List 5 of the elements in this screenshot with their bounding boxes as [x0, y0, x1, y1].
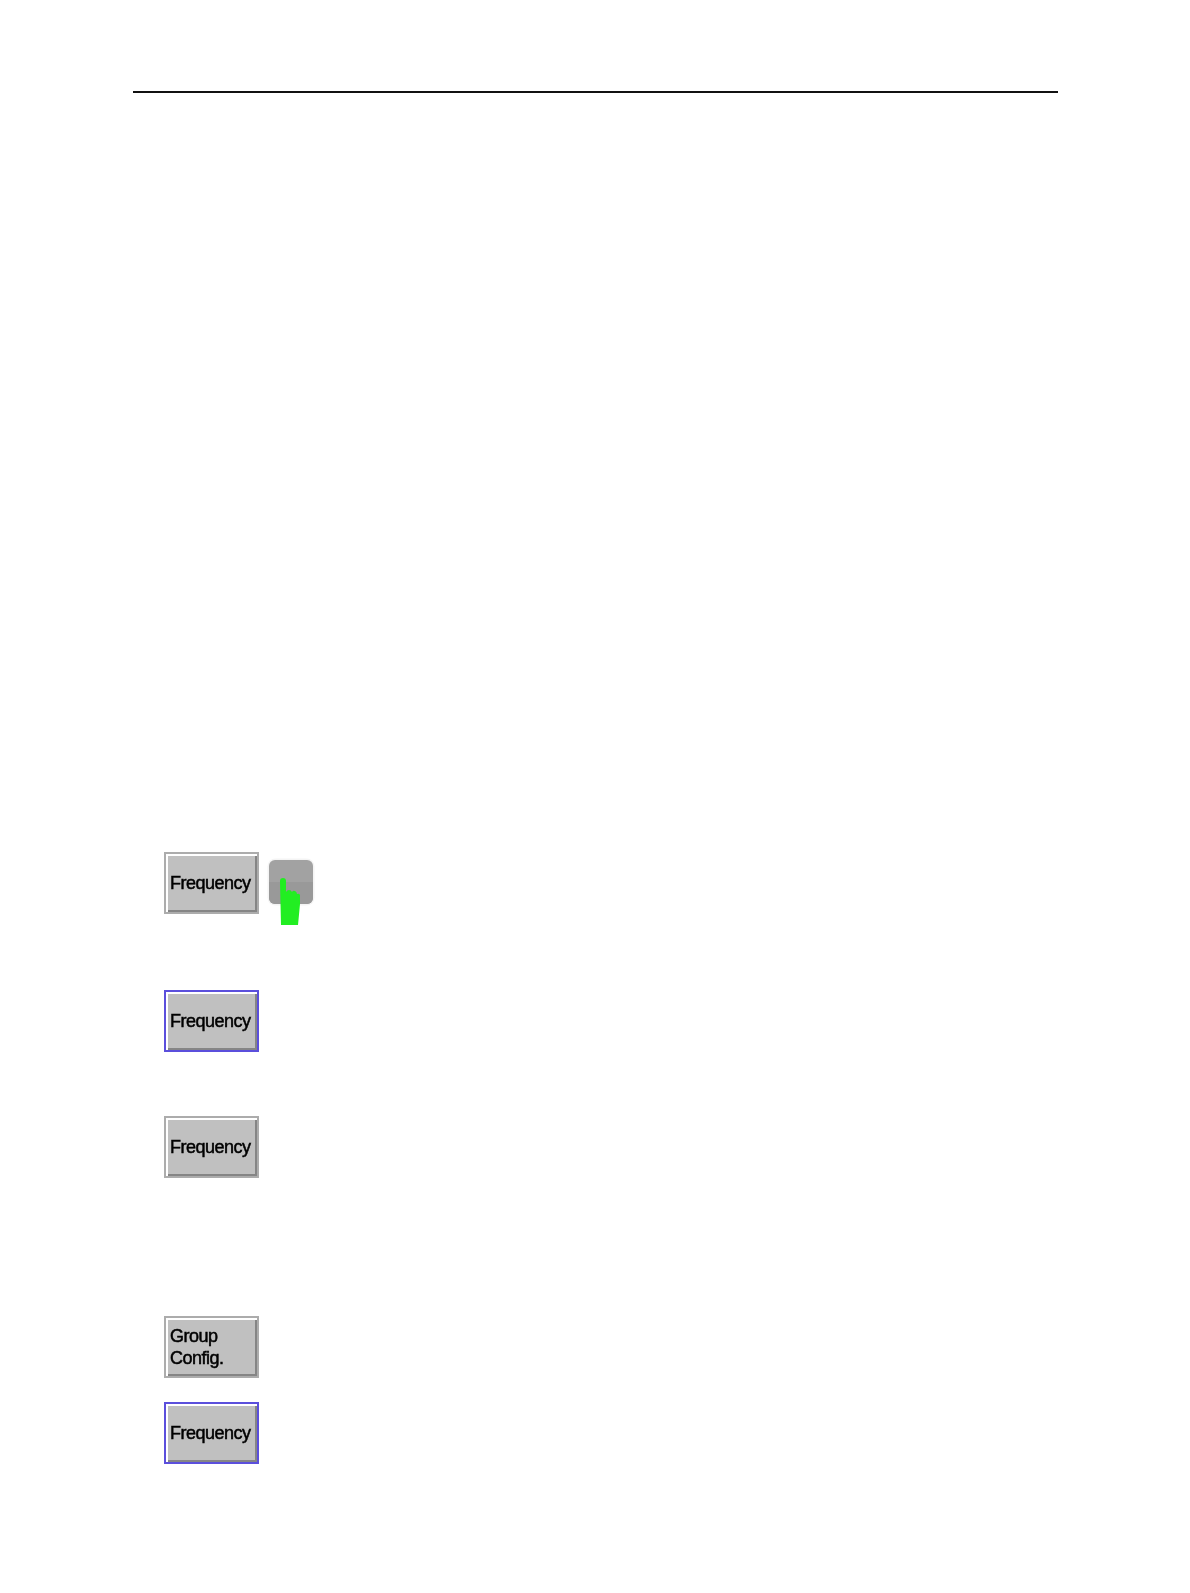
softkey-button[interactable]: Frequency	[164, 1402, 259, 1464]
softkey-button[interactable]: Frequency	[164, 990, 259, 1052]
softkey-button[interactable]: Frequency	[164, 852, 259, 914]
softkey-button[interactable]: Frequency	[164, 1116, 259, 1178]
softkey-button[interactable]: Group Config.	[164, 1316, 259, 1378]
